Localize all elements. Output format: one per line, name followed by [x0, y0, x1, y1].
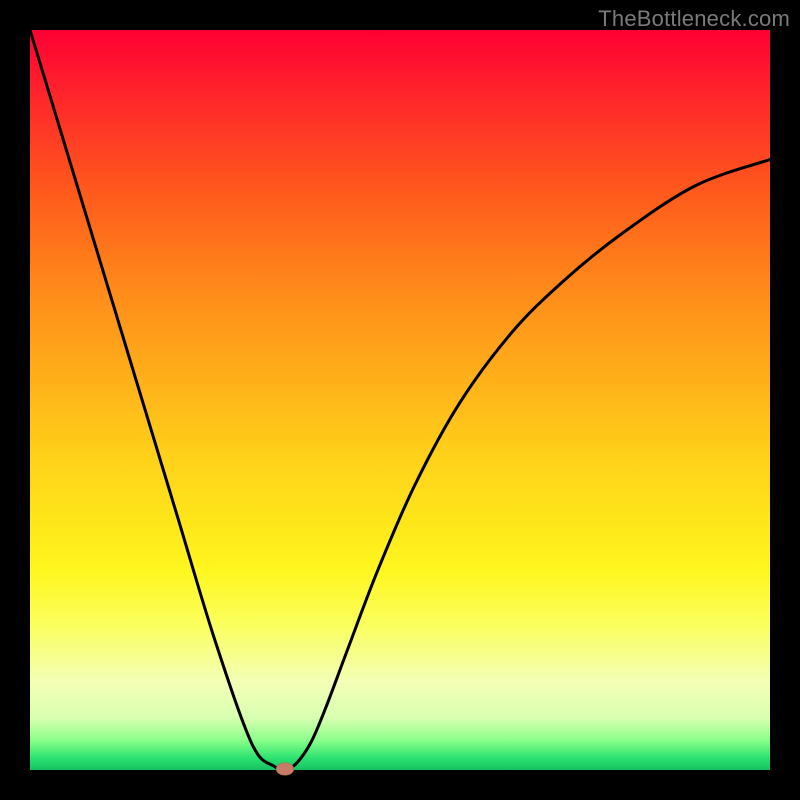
plot-area	[30, 30, 770, 770]
watermark-text: TheBottleneck.com	[598, 6, 790, 32]
chart-frame: TheBottleneck.com	[0, 0, 800, 800]
curve-path	[30, 30, 770, 770]
bottleneck-curve	[30, 30, 770, 770]
minimum-marker	[276, 762, 294, 775]
